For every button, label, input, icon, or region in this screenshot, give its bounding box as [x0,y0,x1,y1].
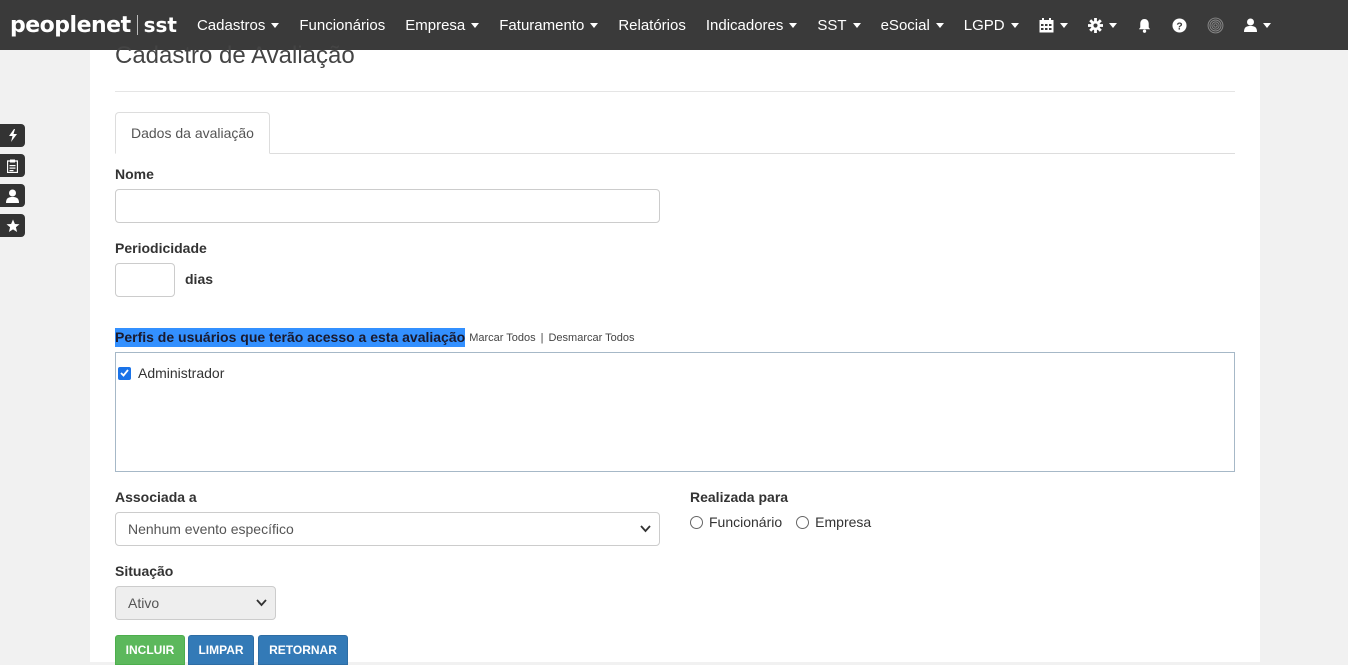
empresa-radio[interactable] [796,515,810,529]
funcionario-radio[interactable] [690,515,703,529]
tab-bar: Dados da avaliação [115,112,1235,154]
nav-user-menu[interactable] [1234,0,1281,50]
nav-faturamento[interactable]: Faturamento [489,0,608,50]
nav-biometrics[interactable] [1197,0,1234,50]
side-button-tasks[interactable] [0,154,25,177]
caret-down-icon [1059,22,1068,28]
nav-sst[interactable]: SST [807,0,870,50]
chevron-down-icon [256,599,267,607]
title-divider [115,91,1235,92]
main-panel: Cadastro de Avaliação Dados da avaliação… [90,42,1260,665]
nav-indicadores-label: Indicadores [705,16,784,34]
fingerprint-icon [1207,17,1224,33]
caret-down-icon [1010,22,1019,28]
nome-label: Nome [115,166,154,182]
caret-down-icon [1262,22,1271,28]
periodicidade-input[interactable] [115,263,175,297]
situacao-select[interactable]: Ativo [115,586,276,620]
associada-selected-value: Nenhum evento específico [128,521,294,537]
nav-esocial[interactable]: eSocial [871,0,954,50]
star-icon [6,219,19,232]
nav-cadastros-label: Cadastros [196,16,266,34]
tab-dados-avaliacao[interactable]: Dados da avaliação [115,112,270,154]
associada-select[interactable]: Nenhum evento específico [115,512,660,546]
profiles-list[interactable]: Administrador [115,352,1235,472]
limpar-button[interactable]: LIMPAR [188,635,254,665]
caret-down-icon [935,22,944,28]
link-separator: | [540,331,544,344]
caret-down-icon [271,22,280,28]
incluir-button[interactable]: INCLUIR [115,635,185,665]
associada-label: Associada a [115,489,197,505]
bell-icon [1138,18,1150,33]
nav-settings[interactable] [1078,0,1127,50]
situacao-label: Situação [115,563,174,579]
retornar-button[interactable]: RETORNAR [258,635,348,665]
bolt-icon [8,129,17,142]
nav-empresa-label: Empresa [405,16,466,34]
list-item[interactable]: Administrador [118,365,224,381]
nav-notifications[interactable] [1127,0,1162,50]
chevron-down-icon [640,525,651,533]
caret-down-icon [852,22,861,28]
user-icon [1243,18,1257,32]
side-button-user[interactable] [0,184,25,207]
nav-lgpd-label: LGPD [963,16,1005,34]
side-button-quick[interactable] [0,124,25,147]
nav-lgpd[interactable]: LGPD [954,0,1029,50]
nav-faturamento-label: Faturamento [499,16,585,34]
administrador-label: Administrador [138,365,225,381]
realizada-options: Funcionário Empresa [690,514,871,530]
clipboard-icon [7,159,18,173]
nome-input[interactable] [115,189,660,223]
funcionario-radio-label: Funcionário [709,514,783,530]
caret-down-icon [1108,22,1117,28]
deselect-all-link[interactable]: Desmarcar Todos [548,332,634,344]
user-icon [6,189,19,203]
tab-label: Dados da avaliação [131,125,254,141]
nav-funcionarios-label: Funcionários [299,16,386,34]
nav-relatorios-label: Relatórios [618,16,686,34]
periodicidade-unit: dias [185,271,214,287]
nav-empresa[interactable]: Empresa [395,0,489,50]
nav-relatorios[interactable]: Relatórios [608,0,696,50]
caret-down-icon [471,22,480,28]
administrador-checkbox[interactable] [118,366,131,380]
nav-calendar[interactable] [1029,0,1078,50]
brand-product: sst [143,13,177,37]
brand-divider [136,15,138,35]
perfis-label: Perfis de usuários que terão acesso a es… [115,328,466,347]
realizada-label: Realizada para [690,489,789,505]
nav-sst-label: SST [817,16,847,34]
check-icon [120,369,129,377]
gear-icon [1087,17,1103,33]
caret-down-icon [789,22,798,28]
select-all-link[interactable]: Marcar Todos [469,332,535,344]
brand-name: peoplenet [10,12,131,38]
page-title: Cadastro de Avaliação [115,42,355,69]
caret-down-icon [590,22,599,28]
calendar-icon [1039,17,1054,32]
empresa-radio-label: Empresa [815,514,872,530]
periodicidade-label: Periodicidade [115,240,207,256]
nav-indicadores[interactable]: Indicadores [696,0,808,50]
situacao-selected-value: Ativo [128,595,160,611]
help-icon: ? [1172,17,1187,33]
perfis-header: Perfis de usuários que terão acesso a es… [115,328,634,347]
svg-text:?: ? [1176,21,1182,32]
side-button-favorites[interactable] [0,214,25,237]
nav-esocial-label: eSocial [880,16,930,34]
nav-help[interactable]: ? [1162,0,1197,50]
